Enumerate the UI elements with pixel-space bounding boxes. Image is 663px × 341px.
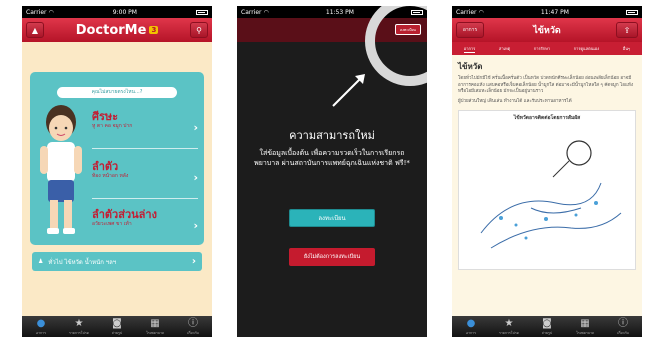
battery-icon bbox=[626, 9, 638, 15]
clock: 9:00 PM bbox=[112, 8, 137, 16]
page-title: ไข้หวัด bbox=[533, 26, 561, 36]
status-bar: Carrier ◠ 11:53 PM bbox=[237, 6, 427, 18]
warning-icon: ▲ bbox=[31, 25, 39, 35]
tab-treatment[interactable]: การรักษา bbox=[534, 45, 550, 52]
phone-screen-new-feature: Carrier ◠ 11:53 PM ลงทะเบียน ความสามารถให… bbox=[237, 6, 427, 337]
clock: 11:47 PM bbox=[540, 8, 569, 16]
hospital-icon: ▦ bbox=[580, 317, 590, 329]
search-button[interactable]: ⚲ bbox=[190, 22, 208, 38]
tab-selfcare[interactable]: การดูแลตนเอง bbox=[574, 45, 600, 52]
star-icon: ★ bbox=[74, 317, 84, 329]
row-subtitle: หู ตา คอ จมูก ปาก bbox=[92, 123, 133, 129]
hospital-icon: ▦ bbox=[150, 317, 160, 329]
tab-cause[interactable]: สาเหตุ bbox=[499, 45, 510, 52]
tab-about[interactable]: ⓘ เกี่ยวกับ bbox=[174, 316, 212, 337]
divider bbox=[92, 148, 198, 149]
tab-other[interactable]: อื่นๆ bbox=[623, 45, 630, 52]
carrier: Carrier bbox=[241, 8, 262, 16]
person-icon: ♟ bbox=[38, 258, 44, 265]
tab-favorites[interactable]: ★ รายการโปรด bbox=[60, 316, 98, 337]
share-button[interactable]: ⇪ bbox=[616, 22, 638, 38]
divider bbox=[92, 198, 198, 199]
row-torso[interactable]: ลำตัว ท้อง หน้าอก หลัง › bbox=[92, 160, 198, 198]
hands-illustration bbox=[480, 140, 622, 249]
chevron-right-icon: › bbox=[193, 219, 198, 232]
feature-description: ใส่ข้อมูลเบื้องต้น เพื่อความรวดเร็วในการ… bbox=[254, 149, 410, 167]
row-head[interactable]: ศีรษะ หู ตา คอ จมูก ปาก › bbox=[92, 110, 198, 148]
chevron-right-icon: › bbox=[193, 121, 198, 134]
back-button[interactable]: อาการ bbox=[456, 22, 484, 38]
share-icon: ⇪ bbox=[623, 25, 631, 35]
tab-favorites[interactable]: ★ รายการโปรด bbox=[490, 316, 528, 337]
app-logo: DoctorMe bbox=[75, 22, 147, 38]
child-illustration bbox=[40, 105, 82, 234]
carrier: Carrier bbox=[26, 8, 47, 16]
battery-icon bbox=[196, 9, 208, 15]
info-icon: ⓘ bbox=[188, 317, 198, 329]
status-bar: Carrier ◠ 9:00 PM bbox=[22, 6, 212, 18]
info-icon: ⓘ bbox=[618, 317, 628, 329]
row-title: ลำตัว bbox=[92, 160, 119, 173]
skip-register-button[interactable]: ยังไม่ต้องการลงทะเบียน bbox=[289, 248, 375, 266]
row-lower-body[interactable]: ลำตัวส่วนล่าง อวัยวะเพศ ขา เท้า › bbox=[92, 208, 198, 246]
article-paragraph: โดยทั่วไปมักมีไข้ ครั่นเนื้อครั่นตัว เป็… bbox=[458, 76, 634, 94]
row-title: ศีรษะ bbox=[92, 110, 119, 123]
globe-icon: ● bbox=[36, 317, 46, 329]
row-title: ลำตัวส่วนล่าง bbox=[92, 208, 157, 221]
register-header-button[interactable]: ลงทะเบียน bbox=[395, 24, 421, 35]
tab-symptoms[interactable]: ● อาการ bbox=[452, 316, 490, 337]
tab-bar: ● อาการ ★ รายการโปรด ◙ ถ่ายรูป ▦ โรงพยาบาล ⓘ… bbox=[452, 316, 642, 337]
content: คุณไม่สบายตรงไหน...? ศีรษะ หู ตา คอ จมูก… bbox=[22, 42, 212, 316]
app-header: ▲ DoctorMe 3 ⚲ bbox=[22, 18, 212, 42]
logo-badge: 3 bbox=[149, 26, 159, 34]
panel-title: คุณไม่สบายตรงไหน...? bbox=[56, 86, 178, 99]
globe-icon: ● bbox=[466, 317, 476, 329]
clock: 11:53 PM bbox=[325, 8, 354, 16]
search-icon: ⚲ bbox=[196, 25, 202, 35]
tab-about[interactable]: ⓘ เกี่ยวกับ bbox=[604, 316, 642, 337]
general-label: ทั่วไป ไข้หวัด น้ำหนัก ฯลฯ bbox=[48, 258, 117, 266]
camera-icon: ◙ bbox=[542, 317, 552, 329]
camera-icon: ◙ bbox=[112, 317, 122, 329]
app-header: อาการ ไข้หวัด ⇪ bbox=[452, 18, 642, 42]
article-heading: ไข้หวัด bbox=[458, 62, 483, 71]
phone-screen-detail: Carrier ◠ 11:47 PM อาการ ไข้หวัด ⇪ อาการ … bbox=[452, 6, 642, 337]
tab-hospital[interactable]: ▦ โรงพยาบาล bbox=[566, 316, 604, 337]
carrier: Carrier bbox=[456, 8, 477, 16]
arrow-up-right-icon bbox=[332, 74, 365, 107]
chevron-right-icon: › bbox=[191, 256, 196, 267]
article-paragraph: ผู้ป่วยส่วนใหญ่ เดินเล่น ทำงานได้ และรับ… bbox=[458, 98, 572, 104]
tab-camera[interactable]: ◙ ถ่ายรูป bbox=[528, 316, 566, 337]
tab-camera[interactable]: ◙ ถ่ายรูป bbox=[98, 316, 136, 337]
alert-button[interactable]: ▲ bbox=[26, 22, 44, 38]
figure-caption: ไข้หวัดอาจติดต่อโดยการสัมผัส bbox=[513, 115, 581, 121]
register-button[interactable]: ลงทะเบียน bbox=[289, 209, 375, 227]
wifi-icon: ◠ bbox=[48, 8, 54, 16]
row-subtitle: อวัยวะเพศ ขา เท้า bbox=[92, 221, 132, 227]
tab-symptoms[interactable]: ● อาการ bbox=[22, 316, 60, 337]
general-symptoms-button[interactable]: ♟ ทั่วไป ไข้หวัด น้ำหนัก ฯลฯ › bbox=[32, 252, 202, 271]
feature-title: ความสามารถใหม่ bbox=[289, 129, 375, 142]
phone-screen-home: Carrier ◠ 9:00 PM ▲ DoctorMe 3 ⚲ คุณไม่สบ… bbox=[22, 6, 212, 337]
chevron-right-icon: › bbox=[193, 171, 198, 184]
tab-bar: ● อาการ ★ รายการโปรด ◙ ถ่ายรูป ▦ โรงพยาบาล ⓘ… bbox=[22, 316, 212, 337]
section-tabs: อาการ สาเหตุ การรักษา การดูแลตนเอง อื่นๆ bbox=[452, 42, 642, 55]
battery-icon bbox=[411, 9, 423, 15]
figure: ไข้หวัดอาจติดต่อโดยการสัมผัส bbox=[458, 110, 636, 270]
wifi-icon: ◠ bbox=[263, 8, 269, 16]
wifi-icon: ◠ bbox=[478, 8, 484, 16]
star-icon: ★ bbox=[504, 317, 514, 329]
tab-hospital[interactable]: ▦ โรงพยาบาล bbox=[136, 316, 174, 337]
status-bar: Carrier ◠ 11:47 PM bbox=[452, 6, 642, 18]
article-content: ไข้หวัด โดยทั่วไปมักมีไข้ ครั่นเนื้อครั่… bbox=[452, 55, 642, 316]
row-subtitle: ท้อง หน้าอก หลัง bbox=[92, 173, 129, 179]
tab-symptoms[interactable]: อาการ bbox=[463, 45, 476, 53]
